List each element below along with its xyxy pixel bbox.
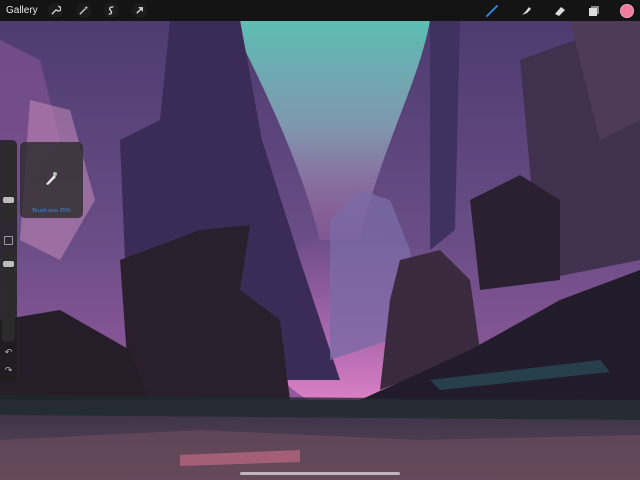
transform-arrow-icon[interactable]	[131, 3, 147, 18]
modify-button[interactable]	[4, 236, 13, 245]
brush-size-slider[interactable]	[2, 142, 15, 222]
color-swatch[interactable]	[620, 3, 634, 18]
home-indicator[interactable]	[240, 472, 400, 475]
undo-icon[interactable]: ↶	[3, 347, 14, 358]
brush-size-label: Brush size 25%	[32, 208, 71, 214]
brush-icon[interactable]	[484, 3, 500, 19]
magic-wand-icon[interactable]	[75, 3, 91, 18]
opacity-thumb[interactable]	[3, 261, 14, 267]
left-sidebar: ↶ ↷	[0, 140, 17, 380]
canvas-artwork[interactable]	[0, 0, 640, 480]
painting-tools	[466, 0, 634, 21]
wrench-icon[interactable]	[47, 3, 63, 18]
redo-icon[interactable]: ↷	[3, 365, 14, 376]
eraser-icon[interactable]	[552, 3, 568, 19]
smudge-icon[interactable]	[518, 3, 534, 19]
brush-size-thumb[interactable]	[3, 196, 14, 203]
opacity-slider[interactable]	[2, 251, 15, 341]
brush-size-popup: Brush size 25%	[20, 142, 83, 218]
selection-icon[interactable]	[103, 3, 119, 18]
brush-preview-icon	[46, 172, 57, 185]
layers-icon[interactable]	[586, 3, 602, 19]
top-toolbar: Gallery	[0, 0, 640, 21]
gallery-button[interactable]: Gallery	[6, 5, 38, 16]
